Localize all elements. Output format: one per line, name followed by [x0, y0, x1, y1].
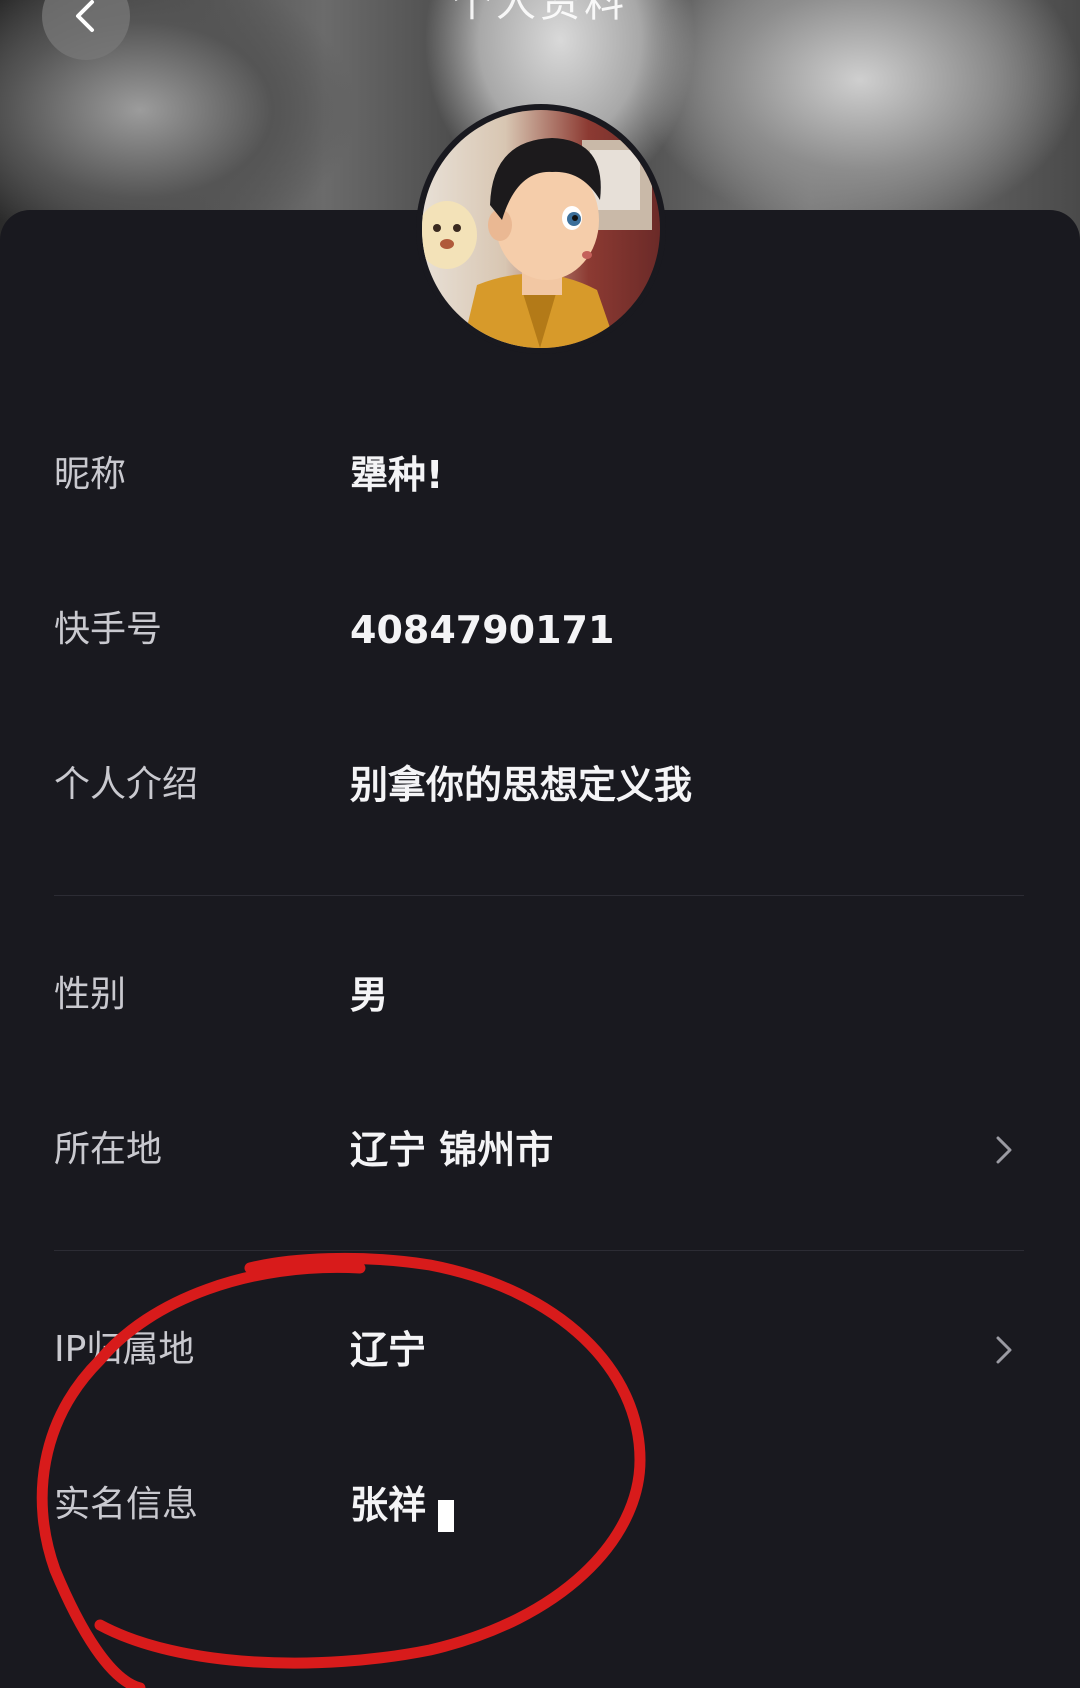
nickname-label: 昵称 — [54, 454, 127, 495]
avatar[interactable] — [416, 104, 666, 354]
bio-label: 个人介绍 — [54, 764, 199, 805]
ip-location-row[interactable]: IP归属地 辽宁 — [0, 1305, 1080, 1395]
location-value: 辽宁 锦州市 — [350, 1128, 554, 1172]
text-cursor — [438, 1499, 455, 1532]
gender-label: 性别 — [54, 974, 127, 1015]
real-name-label: 实名信息 — [54, 1484, 199, 1525]
bio-row[interactable]: 个人介绍 别拿你的思想定义我 — [0, 740, 1080, 830]
real-name-text: 张祥 — [350, 1483, 427, 1527]
profile-screen: 个人资料 昵称 犟种! 快手号 4084790171 个人介绍 别拿你的思想定义… — [0, 0, 1080, 1688]
section-divider — [54, 895, 1024, 896]
bio-value: 别拿你的思想定义我 — [350, 763, 693, 807]
ip-location-label: IP归属地 — [54, 1329, 195, 1370]
real-name-row[interactable]: 实名信息 张祥 — [0, 1460, 1080, 1550]
kuaishou-id-label: 快手号 — [54, 609, 163, 650]
ip-location-value: 辽宁 — [350, 1328, 427, 1372]
gender-value: 男 — [350, 973, 389, 1017]
nickname-row[interactable]: 昵称 犟种! — [0, 430, 1080, 520]
chevron-right-icon — [996, 1136, 1012, 1164]
section-divider — [54, 1250, 1024, 1251]
kuaishou-id-value: 4084790171 — [350, 608, 615, 652]
location-row[interactable]: 所在地 辽宁 锦州市 — [0, 1105, 1080, 1195]
chevron-right-icon — [996, 1336, 1012, 1364]
nickname-value: 犟种! — [350, 453, 444, 497]
avatar-photo — [422, 110, 660, 348]
location-label: 所在地 — [54, 1129, 163, 1170]
gender-row[interactable]: 性别 男 — [0, 950, 1080, 1040]
real-name-value: 张祥 — [350, 1460, 455, 1550]
page-title: 个人资料 — [452, 0, 628, 26]
kuaishou-id-row[interactable]: 快手号 4084790171 — [0, 585, 1080, 675]
